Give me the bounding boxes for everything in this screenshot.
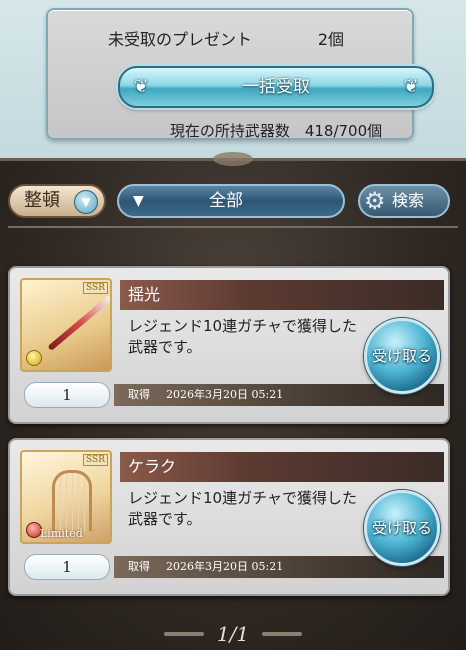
search-label: 検索 [392, 191, 425, 210]
search-button[interactable]: ⚙ 検索 [358, 184, 450, 218]
acquired-date: 2026年3月20日 05:21 [166, 560, 284, 573]
weapon-thumbnail[interactable]: SSR [20, 278, 112, 372]
filter-label: 全部 [209, 191, 243, 211]
receive-button[interactable]: 受け取る [364, 490, 440, 566]
rarity-badge: SSR [83, 282, 108, 294]
quantity-field[interactable]: 1 [24, 382, 110, 408]
weapon-description: レジェンド10連ガチャで獲得した武器です。 [128, 489, 357, 528]
weapon-thumbnail[interactable]: SSR Limited [20, 450, 112, 544]
weapon-stock-count: 現在の所持武器数 418/700個 [169, 122, 383, 140]
chevron-down-icon: ▼ [74, 190, 98, 214]
harp-icon [52, 470, 92, 531]
weapon-name: ケラク [120, 452, 444, 482]
ornament-left-icon: ❦ [133, 76, 149, 97]
present-card: SSR Limited ケラク レジェンド10連ガチャで獲得した武器です。 1 … [8, 438, 450, 596]
filter-dropdown[interactable]: ▼ 全部 [117, 184, 345, 218]
receive-button[interactable]: 受け取る [364, 318, 440, 394]
next-page-icon[interactable] [262, 632, 302, 636]
gear-icon: ⚙ [364, 187, 386, 215]
toolbar-divider [8, 226, 458, 228]
weapon-description: レジェンド10連ガチャで獲得した武器です。 [128, 317, 357, 356]
present-summary-panel: 未受取のプレゼント 2個 ❦ 一括受取 ❦ 現在の所持武器数 418/700個 [46, 8, 434, 140]
light-element-icon [26, 350, 42, 366]
dropdown-triangle-icon: ▼ [133, 193, 144, 209]
present-card: SSR 揺光 レジェンド10連ガチャで獲得した武器です。 1 取得 2026年3… [8, 266, 450, 424]
acquired-label: 取得 [128, 388, 150, 401]
limited-badge: Limited [40, 527, 83, 540]
acquired-date: 2026年3月20日 05:21 [166, 388, 284, 401]
weapon-name: 揺光 [120, 280, 444, 310]
unclaimed-label: 未受取のプレゼント [108, 30, 253, 49]
ornament-right-icon: ❦ [403, 76, 419, 97]
rarity-badge: SSR [83, 454, 108, 466]
page-indicator: 1/1 [216, 622, 250, 646]
frame-ornament [213, 152, 253, 166]
unclaimed-count: 2個 [317, 30, 344, 49]
sort-button[interactable]: 整頓 ▼ [8, 184, 106, 218]
claim-all-label: 一括受取 [242, 77, 310, 97]
acquired-label: 取得 [128, 560, 150, 573]
sword-icon [47, 294, 110, 352]
sort-label: 整頓 [24, 190, 60, 211]
claim-all-button[interactable]: ❦ 一括受取 ❦ [118, 66, 434, 108]
quantity-field[interactable]: 1 [24, 554, 110, 580]
